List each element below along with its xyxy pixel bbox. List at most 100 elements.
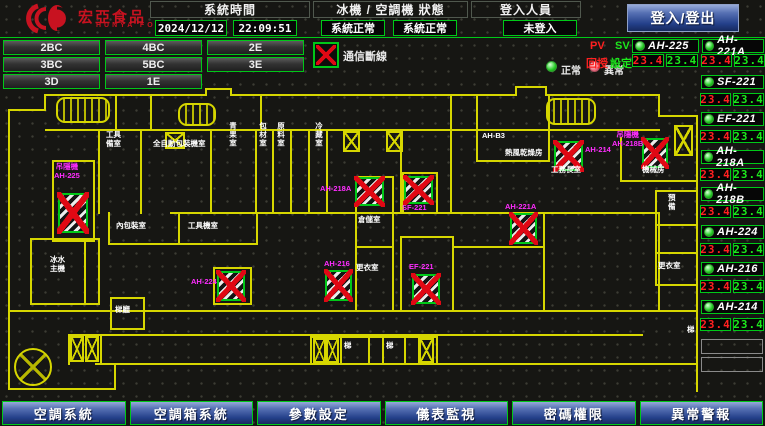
comm-break-icon (313, 42, 339, 68)
unit-pv-value-ah-218b: 23.4 (700, 205, 731, 218)
room-label: 梯廳 (115, 306, 130, 315)
unit-ah-221a[interactable]: AH-221A (702, 39, 764, 53)
unit-ah-218b[interactable]: AH-218B (701, 187, 764, 201)
floor-button-2bc[interactable]: 2BC (3, 40, 100, 55)
map-unit-label: 吊隱機 AH-225 (54, 163, 80, 180)
wall-segment (655, 190, 698, 192)
wall-segment (402, 172, 438, 174)
map-unit-label: AH-224 (191, 278, 217, 287)
unit-sv-value-ah-225: 23.4 (666, 54, 698, 67)
unit-ef-221[interactable]: EF-221 (701, 112, 764, 126)
alarm-icon-ah-218b[interactable] (642, 138, 668, 168)
wall-segment (476, 160, 550, 162)
room-label: 工具 備室 (106, 131, 121, 148)
alarm-icon-ah-225[interactable] (58, 193, 88, 233)
wall-segment (230, 94, 517, 96)
bottom-nav-異常警報[interactable]: 異常警報 (640, 401, 764, 425)
bottom-nav-參數設定[interactable]: 參數設定 (257, 401, 381, 425)
login-logout-button[interactable]: 登入/登出 (627, 4, 739, 32)
system-time-value: 22:09:51 (233, 20, 297, 36)
unit-name: AH-218A (716, 145, 761, 169)
unit-sv-value-ah-224: 23.4 (733, 243, 764, 256)
wall-segment (114, 363, 116, 390)
wall-segment (52, 240, 95, 242)
unit-status-led-icon (704, 77, 714, 87)
bottom-nav-空調箱系統[interactable]: 空調箱系統 (130, 401, 254, 425)
system-date-value: 2024/12/12 (155, 20, 227, 36)
wall-segment (205, 88, 232, 90)
machine-status-label: 冰機 / 空調機 狀態 (313, 1, 468, 18)
unit-status-led-icon (704, 152, 713, 162)
wall-segment (213, 267, 252, 269)
alarm-icon-ah-224[interactable] (217, 271, 245, 301)
floor-button-1e[interactable]: 1E (105, 74, 202, 89)
wall-segment (100, 334, 102, 365)
bottom-nav-儀表監視[interactable]: 儀表監視 (385, 401, 509, 425)
wall-segment (452, 246, 545, 248)
alarm-icon-ah-216[interactable] (325, 270, 352, 301)
hmi-screen: 宏亞食品 HUNYA FOODS 系統時間 冰機 / 空調機 狀態 登入人員 2… (0, 0, 765, 426)
unit-sv-value-ah-216: 23.4 (733, 280, 764, 293)
wall-segment (8, 109, 46, 111)
floor-button-3d[interactable]: 3D (3, 74, 100, 89)
wall-segment (8, 109, 10, 390)
wall-segment (450, 94, 452, 131)
room-label: 青果室 (228, 122, 237, 148)
floor-button-5bc[interactable]: 5BC (105, 57, 202, 72)
unit-pv-value-sf-221: 23.4 (700, 93, 731, 106)
wall-segment (404, 336, 406, 363)
normal-label: 正常 (561, 62, 581, 77)
stairs-icon (56, 97, 110, 123)
alarm-icon-ah-218a[interactable] (355, 177, 384, 206)
alarm-icon-ef-221[interactable] (412, 274, 440, 304)
floor-button-2e[interactable]: 2E (207, 40, 304, 55)
floor-button-4bc[interactable]: 4BC (105, 40, 202, 55)
comm-break-label: 通信斷線 (343, 48, 387, 64)
alarm-icon-ah-221a[interactable] (510, 213, 537, 244)
wall-segment (110, 297, 145, 299)
map-unit-label: SF-221 (402, 204, 427, 213)
wall-segment (93, 160, 95, 242)
wall-segment (450, 129, 452, 214)
room-label: 冷藏室 (314, 122, 323, 148)
floor-button-3e[interactable]: 3E (207, 57, 304, 72)
wall-segment (436, 336, 438, 363)
alarm-icon-sf-221[interactable] (404, 176, 433, 204)
shaft-x-icon (343, 131, 360, 152)
unit-name: AH-218B (716, 182, 761, 206)
unit-status-led-icon (704, 227, 714, 237)
wall-segment (368, 336, 370, 363)
wall-segment (655, 284, 698, 286)
shaft-x-icon (326, 338, 339, 363)
room-label: 熱風乾燥房 (505, 149, 543, 158)
shaft-x-icon (419, 338, 434, 363)
unit-status-led-icon (635, 41, 645, 51)
map-unit-label: EF-221 (409, 263, 434, 272)
bottom-nav-空調系統[interactable]: 空調系統 (2, 401, 126, 425)
unit-sv-value-ef-221: 23.4 (733, 130, 764, 143)
unit-ah-218a[interactable]: AH-218A (701, 150, 764, 164)
shaft-x-icon (70, 336, 84, 362)
wall-segment (178, 212, 180, 245)
unit-ah-225[interactable]: AH-225 (632, 39, 699, 53)
unit-sv-value-ah-214: 23.4 (733, 318, 764, 331)
unit-ah-214[interactable]: AH-214 (701, 300, 764, 314)
unit-ah-216[interactable]: AH-216 (701, 262, 764, 276)
wall-segment (436, 172, 438, 214)
room-label: 倉儲室 (358, 216, 381, 225)
room-label: 更衣室 (356, 264, 379, 273)
room-label: 工務長室 (551, 166, 581, 175)
unit-sf-221[interactable]: SF-221 (701, 75, 764, 89)
wall-segment (95, 363, 698, 365)
shaft-x-icon (85, 336, 99, 362)
shaft-x-icon (674, 125, 693, 156)
map-unit-label: AH-218A (320, 185, 351, 194)
floor-button-3bc[interactable]: 3BC (3, 57, 100, 72)
bottom-nav-密碼權限[interactable]: 密碼權限 (512, 401, 636, 425)
wall-segment (30, 238, 32, 305)
unit-ah-224[interactable]: AH-224 (701, 225, 764, 239)
unit-pv-value-ah-214: 23.4 (700, 318, 731, 331)
wall-segment (150, 94, 152, 131)
login-user-value: 未登入 (503, 20, 577, 36)
stairs-icon (14, 348, 52, 386)
